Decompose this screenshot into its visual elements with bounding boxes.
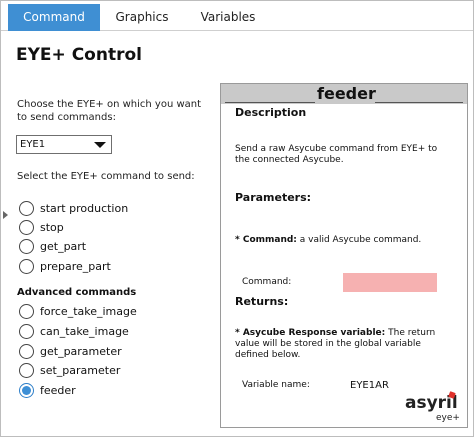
select-command-label: Select the EYE+ command to send: xyxy=(17,171,195,182)
radio-label: start production xyxy=(40,202,129,215)
tab-graphics[interactable]: Graphics xyxy=(100,4,184,31)
tab-variables[interactable]: Variables xyxy=(184,4,272,31)
radio-button-icon[interactable] xyxy=(19,201,34,216)
command-help-panel xyxy=(220,83,468,428)
description-heading: Description xyxy=(235,106,307,119)
command-field-label: Command: xyxy=(242,277,292,287)
radio-label: force_take_image xyxy=(40,305,137,318)
tab-command[interactable]: Command xyxy=(8,4,100,31)
radio-label: stop xyxy=(40,221,64,234)
title-underline-right xyxy=(375,102,463,103)
radio-label: feeder xyxy=(40,384,76,397)
parameter-description: * Command: a valid Asycube command. xyxy=(235,235,450,246)
title-underline-left xyxy=(225,102,315,103)
radio-button-icon[interactable] xyxy=(19,239,34,254)
advanced-commands-heading: Advanced commands xyxy=(17,287,137,298)
returns-heading: Returns: xyxy=(235,295,289,308)
logo-subtitle: eye+ xyxy=(436,413,460,423)
window-frame: Command Graphics Variables EYE+ Control … xyxy=(0,0,474,437)
return-name: * Asycube Response variable: xyxy=(235,328,386,338)
tab-bar: Command Graphics Variables xyxy=(1,1,473,31)
radio-label: set_parameter xyxy=(40,364,121,377)
variable-name-value[interactable]: EYE1AR xyxy=(350,380,389,391)
radio-button-icon[interactable] xyxy=(19,259,34,274)
eye-select-value: EYE1 xyxy=(20,139,46,150)
radio-button-selected-icon[interactable] xyxy=(19,383,34,398)
variable-name-label: Variable name: xyxy=(242,380,310,390)
radio-button-icon[interactable] xyxy=(19,324,34,339)
command-input[interactable] xyxy=(343,273,437,292)
radio-button-icon[interactable] xyxy=(19,304,34,319)
radio-button-icon[interactable] xyxy=(19,363,34,378)
radio-label: prepare_part xyxy=(40,260,111,273)
parameter-name: * Command: xyxy=(235,235,297,245)
description-text: Send a raw Asycube command from EYE+ to … xyxy=(235,144,438,165)
eye-select-dropdown[interactable]: EYE1 xyxy=(16,135,112,154)
parameter-desc: a valid Asycube command. xyxy=(296,235,422,245)
asyril-eye-logo: asyril eye+ xyxy=(405,391,461,427)
radio-button-icon[interactable] xyxy=(19,344,34,359)
radio-button-icon[interactable] xyxy=(19,220,34,235)
page-title: EYE+ Control xyxy=(16,45,142,65)
collapse-handle-icon[interactable] xyxy=(3,211,8,219)
chevron-down-icon xyxy=(94,142,106,148)
radio-label: get_parameter xyxy=(40,345,122,358)
radio-label: can_take_image xyxy=(40,325,129,338)
radio-label: get_part xyxy=(40,240,87,253)
panel-title: feeder xyxy=(317,84,376,103)
parameters-heading: Parameters: xyxy=(235,191,312,204)
choose-eye-label: Choose the EYE+ on which you want to sen… xyxy=(17,99,202,123)
return-description: * Asycube Response variable: The return … xyxy=(235,328,450,361)
